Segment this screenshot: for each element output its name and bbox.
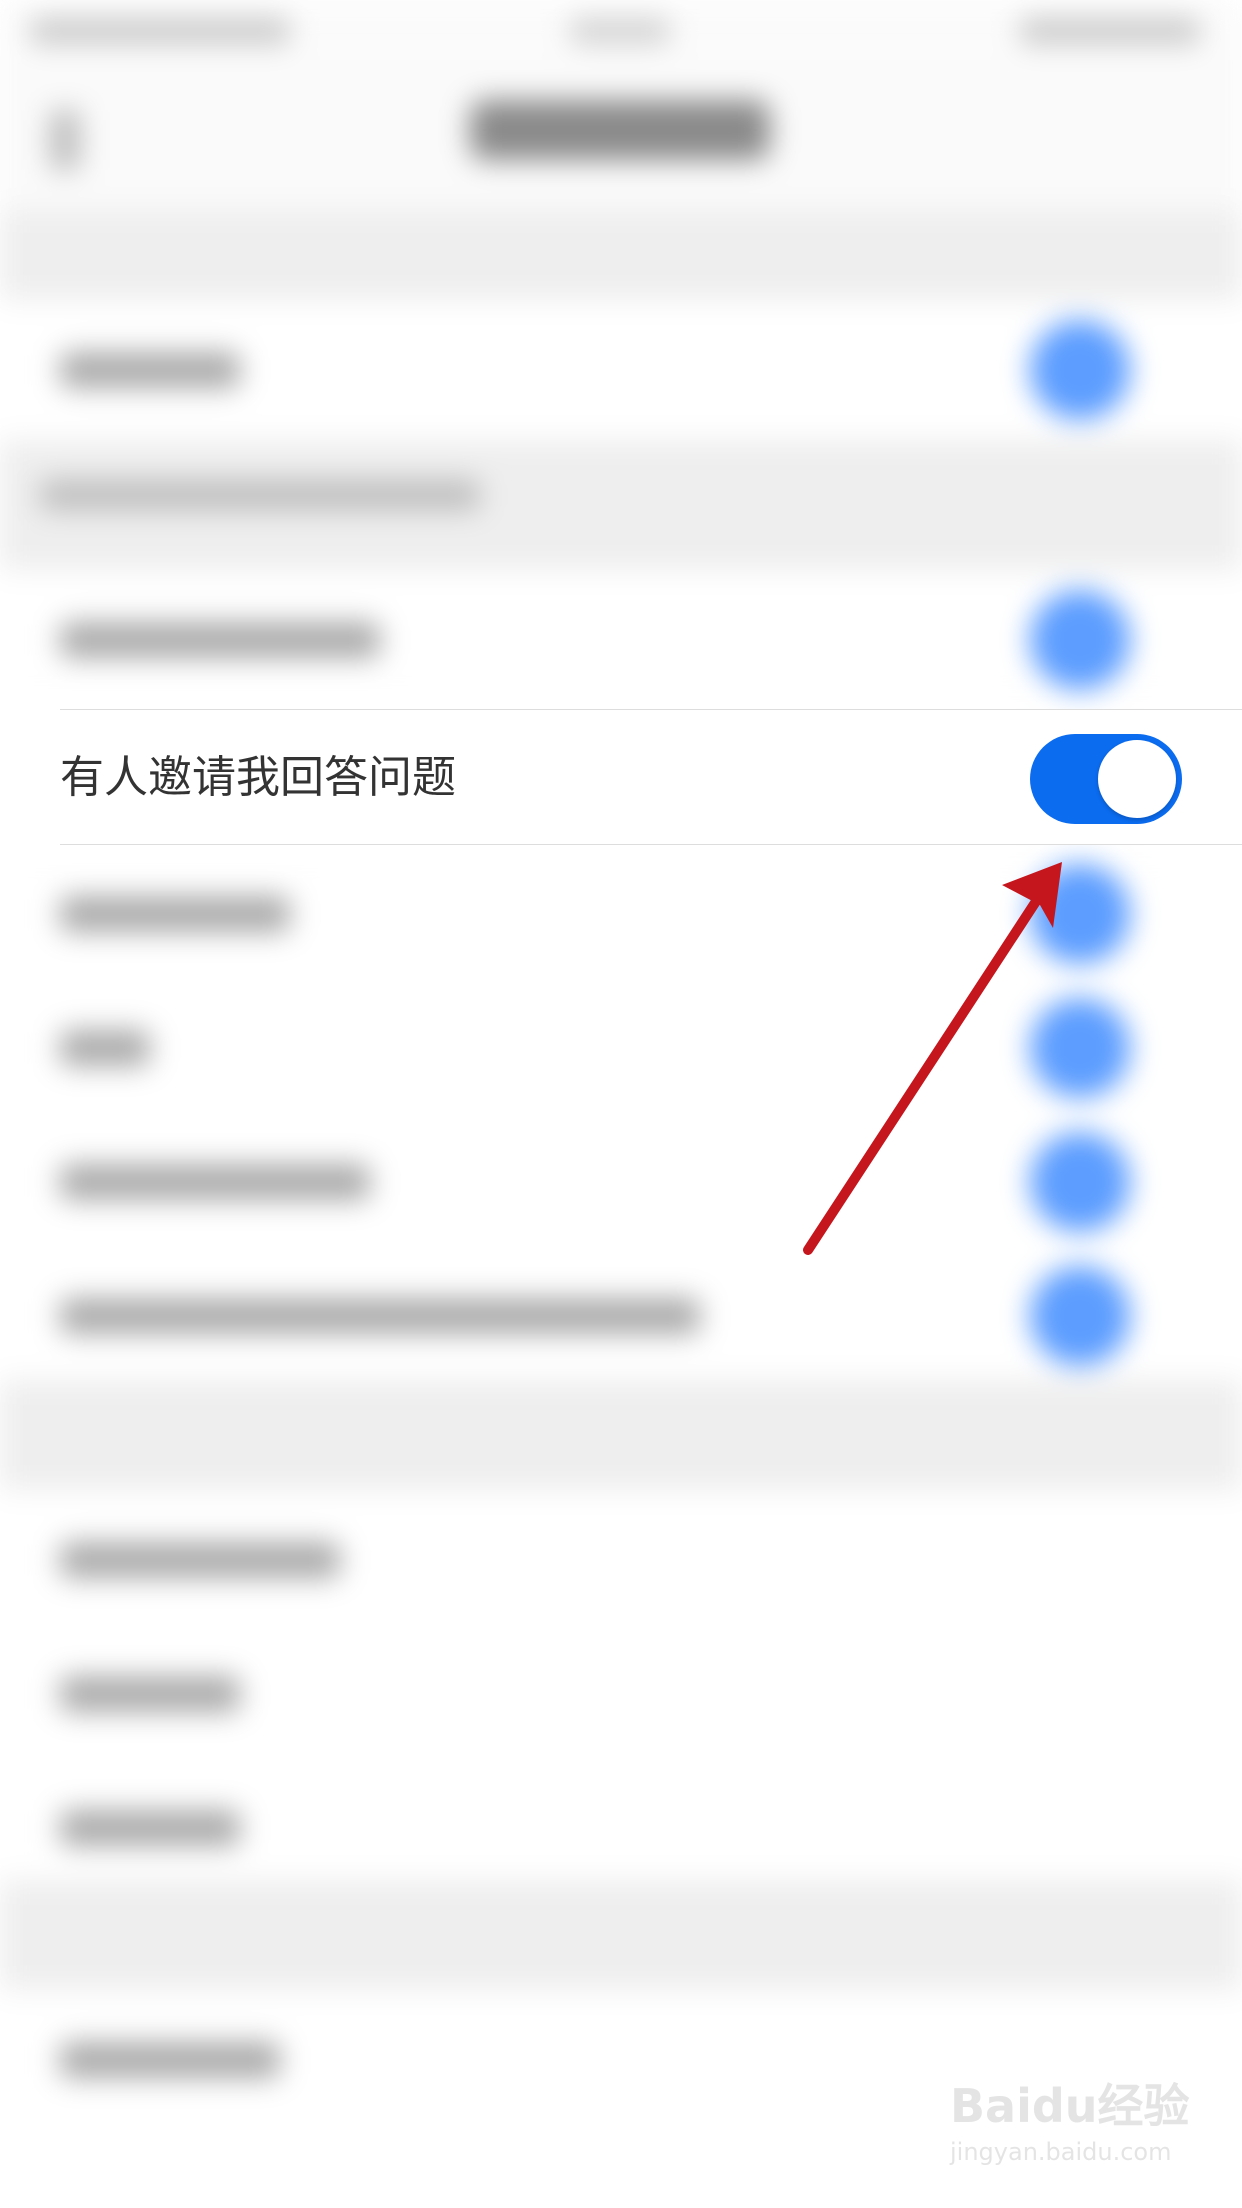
toggle-switch[interactable] (1030, 864, 1130, 964)
baidu-watermark: Baidu经验 jingyan.baidu.com (950, 2070, 1210, 2180)
toggle-switch[interactable] (1030, 590, 1130, 690)
blurred-background (0, 0, 1242, 2208)
setting-row[interactable] (0, 570, 1242, 710)
toggle-switch[interactable] (1030, 1132, 1130, 1232)
status-bar-left (30, 18, 290, 44)
navigation-bar (0, 60, 1242, 210)
section-caption (40, 480, 480, 510)
setting-row-label (60, 896, 290, 932)
toggle-switch[interactable] (1030, 320, 1130, 420)
toggle-switch[interactable] (1030, 998, 1130, 1098)
setting-row-label (60, 622, 380, 658)
status-bar-right (1020, 18, 1200, 44)
section-gap (0, 210, 1242, 300)
watermark-url-text: jingyan.baidu.com (950, 2138, 1172, 2166)
setting-row-label (60, 352, 240, 388)
invite-answer-label: 有人邀请我回答问题 (60, 752, 456, 803)
setting-row-label (60, 2042, 280, 2078)
back-icon[interactable] (50, 110, 80, 170)
setting-row-label (60, 1676, 240, 1712)
status-bar (0, 0, 1242, 60)
setting-row-label (60, 1164, 370, 1200)
setting-row-label (60, 1542, 340, 1578)
setting-row-label (60, 1298, 700, 1334)
watermark-brand-text: Baidu经验 (950, 2079, 1190, 2133)
screen: 有人邀请我回答问题 Baidu经验 jingyan.baidu.com (0, 0, 1242, 2208)
row-divider (60, 844, 1242, 845)
setting-row-label (60, 1030, 150, 1066)
page-title (470, 100, 770, 160)
settings-group (0, 844, 1242, 1380)
setting-row[interactable] (0, 300, 1242, 440)
section-gap (0, 1880, 1242, 1990)
invite-answer-setting-row[interactable]: 有人邀请我回答问题 (0, 710, 1242, 844)
toggle-switch[interactable] (1030, 1266, 1130, 1366)
section-gap (0, 1380, 1242, 1490)
settings-group (0, 1490, 1242, 1880)
section-gap (0, 440, 1242, 570)
invite-answer-toggle[interactable] (1030, 734, 1182, 824)
setting-row-label (60, 1810, 240, 1846)
toggle-knob (1098, 740, 1176, 818)
status-bar-center (570, 18, 670, 44)
